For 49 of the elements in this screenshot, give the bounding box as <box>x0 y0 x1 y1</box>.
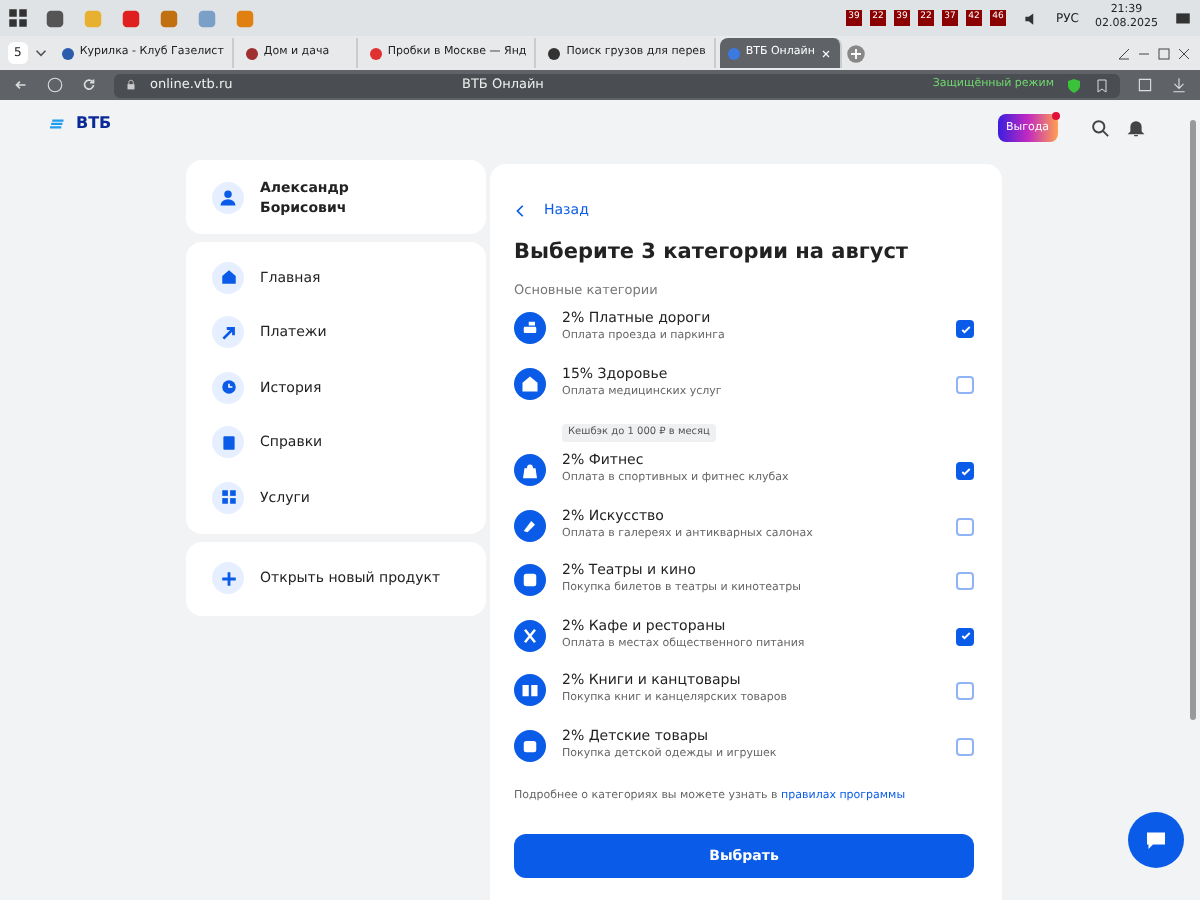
new-tab-icon[interactable] <box>846 43 867 63</box>
favicon-icon <box>727 47 740 59</box>
warning-app-icon[interactable] <box>234 7 256 29</box>
bell-icon[interactable] <box>1125 118 1146 139</box>
category-checkbox[interactable] <box>956 737 974 756</box>
house-icon <box>520 373 540 394</box>
category-checkbox[interactable] <box>956 572 974 591</box>
close-icon[interactable] <box>1176 45 1192 61</box>
checkmark-icon <box>959 323 971 336</box>
favicon-icon <box>61 47 74 59</box>
user-icon <box>218 187 238 207</box>
category-checkbox[interactable] <box>956 517 974 536</box>
document-icon <box>219 433 237 452</box>
arrow-icon <box>219 323 237 342</box>
plus-icon <box>219 569 237 587</box>
category-checkbox[interactable] <box>956 627 974 646</box>
book-icon <box>520 680 540 701</box>
notifications-icon[interactable] <box>1174 9 1192 27</box>
app-icon[interactable] <box>158 7 180 29</box>
category-checkbox[interactable] <box>956 462 974 481</box>
page-heading: Выберите 3 категории на август <box>514 237 911 268</box>
reload-icon[interactable] <box>80 76 98 94</box>
shield-icon[interactable] <box>1066 77 1082 93</box>
search-icon[interactable] <box>1089 118 1110 139</box>
browser-app-icon[interactable] <box>120 7 142 29</box>
task-view-icon[interactable] <box>44 7 66 29</box>
notification-dot-icon <box>1051 112 1060 120</box>
chat-button[interactable] <box>1128 812 1184 868</box>
checkmark-icon <box>959 465 971 478</box>
bookmark-icon[interactable] <box>1094 77 1110 93</box>
category-checkbox[interactable] <box>956 320 974 339</box>
bag-icon <box>520 460 540 481</box>
back-arrow-icon[interactable] <box>12 76 30 94</box>
category-checkbox[interactable] <box>956 682 974 701</box>
favicon-icon <box>369 47 382 59</box>
download-icon[interactable] <box>1170 76 1188 94</box>
logo-text[interactable]: ВТБ <box>76 112 112 136</box>
chevron-left-icon <box>514 204 528 218</box>
windows-start-icon[interactable] <box>8 8 28 28</box>
clock-icon <box>219 378 237 397</box>
favicon-icon <box>245 47 258 59</box>
favicon-icon <box>548 47 561 59</box>
scrollbar-thumb[interactable] <box>1190 120 1196 720</box>
checkmark-icon <box>959 630 971 643</box>
lock-icon <box>124 78 138 92</box>
category-checkbox[interactable] <box>956 375 974 394</box>
grid-icon <box>219 488 237 507</box>
logo-stripes-icon <box>50 115 68 133</box>
chat-bubble-icon <box>1144 828 1168 852</box>
